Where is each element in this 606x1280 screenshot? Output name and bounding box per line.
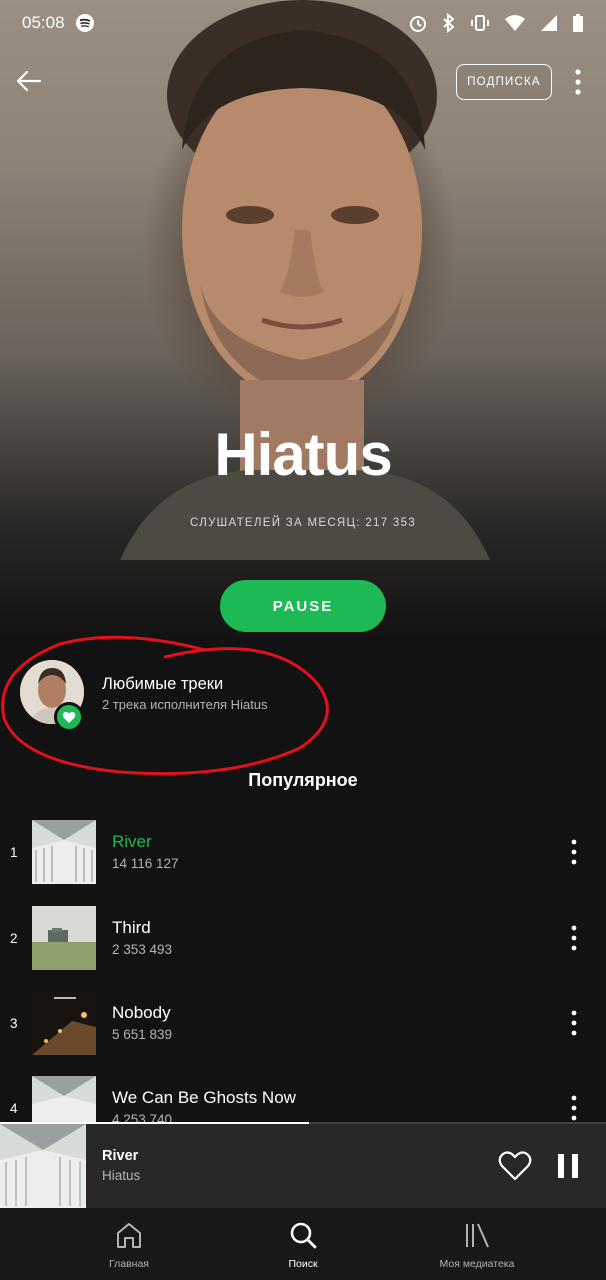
pause-icon[interactable] (552, 1150, 584, 1182)
vibrate-icon (471, 15, 489, 31)
now-playing-title: River (102, 1148, 139, 1164)
more-options-icon[interactable] (566, 64, 590, 100)
home-icon (117, 1223, 141, 1248)
track-play-count: 14 116 127 (112, 856, 179, 871)
track-play-count: 5 651 839 (112, 1027, 173, 1042)
liked-tracks-title: Любимые треки (102, 675, 224, 693)
track-cover-art (32, 1076, 96, 1122)
track-more-icon[interactable] (562, 1093, 586, 1122)
liked-tracks-subtitle: 2 трека исполнителя Hiatus (102, 697, 268, 712)
bluetooth-icon (443, 13, 455, 33)
playback-progress (0, 1122, 606, 1124)
track-number: 3 (10, 1016, 18, 1031)
monthly-listeners: СЛУШАТЕЛЕЙ ЗА МЕСЯЦ: 217 353 (190, 517, 416, 529)
popular-section-title: Популярное (248, 770, 358, 790)
pause-button[interactable]: PAUSE (220, 580, 386, 632)
track-cover-art (32, 991, 96, 1055)
track-title: River (112, 832, 152, 851)
nav-home[interactable]: Главная (28, 1208, 230, 1280)
track-more-icon[interactable] (562, 1008, 586, 1038)
nav-home-label: Главная (109, 1258, 149, 1270)
track-cover-art (32, 820, 96, 884)
track-row[interactable]: 3 Nobody 5 651 839 (0, 990, 606, 1060)
library-icon (466, 1223, 489, 1248)
track-row[interactable]: 4 We Can Be Ghosts Now 4 253 740 (0, 1075, 606, 1122)
nav-search-label: Поиск (288, 1258, 318, 1270)
track-number: 2 (10, 931, 18, 946)
signal-icon (541, 15, 557, 31)
heart-icon[interactable] (498, 1150, 532, 1182)
heart-badge-icon (54, 702, 84, 732)
alarm-icon (410, 16, 426, 32)
track-number: 4 (10, 1101, 18, 1116)
artist-name: Hiatus (214, 421, 392, 488)
now-playing-artist: Hiatus (102, 1168, 141, 1183)
track-more-icon[interactable] (562, 923, 586, 953)
status-bar: 05:08 (0, 0, 606, 46)
track-more-icon[interactable] (562, 837, 586, 867)
track-cover-art (32, 906, 96, 970)
search-icon (290, 1222, 317, 1249)
battery-icon (573, 14, 583, 32)
status-time: 05:08 (22, 13, 65, 32)
track-play-count: 2 353 493 (112, 942, 173, 957)
nav-library-label: Моя медиатека (439, 1258, 515, 1270)
now-playing-cover-art (0, 1124, 86, 1208)
track-play-count: 4 253 740 (112, 1112, 173, 1122)
track-title: We Can Be Ghosts Now (112, 1088, 296, 1107)
bottom-navigation: Главная Поиск Моя медиатека (0, 1208, 606, 1280)
wifi-icon (505, 15, 525, 31)
now-playing-bar[interactable]: River Hiatus (0, 1122, 606, 1208)
track-row[interactable]: 1 River 14 116 127 (0, 819, 606, 889)
spotify-icon (75, 14, 94, 32)
top-bar: ПОДПИСКА (0, 60, 606, 106)
track-title: Nobody (112, 1003, 171, 1022)
subscribe-button[interactable]: ПОДПИСКА (456, 64, 552, 100)
back-arrow-icon[interactable] (12, 64, 46, 98)
track-number: 1 (10, 845, 18, 860)
track-title: Third (112, 918, 151, 937)
nav-search[interactable]: Поиск (202, 1208, 404, 1280)
nav-library[interactable]: Моя медиатека (376, 1208, 578, 1280)
track-row[interactable]: 2 Third 2 353 493 (0, 905, 606, 975)
liked-tracks-row[interactable]: Любимые треки 2 трека исполнителя Hiatus (20, 658, 580, 732)
